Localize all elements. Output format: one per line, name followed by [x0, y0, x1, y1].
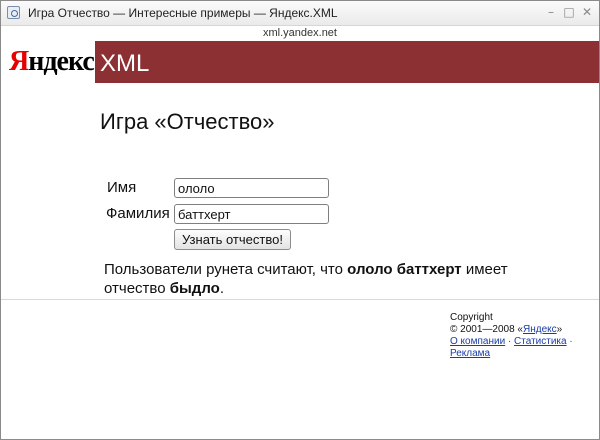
result-patronymic: быдло [169, 280, 220, 297]
copyright-line: © 2001—2008 «Яндекс» [450, 324, 598, 336]
app-icon[interactable] [7, 6, 20, 19]
logo-text: Яндекс [9, 46, 95, 77]
footer: Copyright © 2001—2008 «Яндекс» О компани… [450, 312, 598, 360]
content-divider [1, 299, 599, 300]
maximize-icon[interactable]: □ [563, 4, 575, 20]
footer-separator-end: · [566, 336, 573, 347]
about-link[interactable]: О компании [450, 336, 505, 347]
get-patronymic-button[interactable]: Узнать отчество! [174, 229, 291, 250]
surname-label: Фамилия [106, 205, 170, 222]
stats-link[interactable]: Статистика [514, 336, 567, 347]
window-title: Игра Отчество — Интересные примеры — Янд… [28, 6, 338, 20]
product-name: XML [100, 50, 150, 77]
footer-separator: · [505, 336, 515, 347]
result-full-name: ололо баттхерт [347, 261, 462, 278]
logo-first-letter: Я [9, 46, 29, 77]
title-bar[interactable]: Игра Отчество — Интересные примеры — Янд… [1, 1, 599, 26]
copyright-years: © 2001—2008 « [450, 324, 523, 335]
copyright-close: » [556, 324, 563, 335]
result-suffix: . [219, 280, 224, 297]
window-controls: – □ ✕ [545, 4, 593, 20]
address-text: xml.yandex.net [1, 26, 599, 41]
logo-rest: ндекс [28, 46, 95, 77]
minimize-icon[interactable]: – [545, 4, 557, 20]
result-text: Пользователи рунета считают, что ололо б… [104, 260, 554, 298]
page-title: Игра «Отчество» [100, 109, 275, 134]
name-input[interactable] [174, 178, 329, 198]
footer-links: О компании · Статистика · [450, 336, 598, 348]
page-header: Яндекс XML [1, 41, 599, 83]
result-prefix: Пользователи рунета считают, что [104, 261, 348, 278]
surname-input[interactable] [174, 204, 329, 224]
browser-window: Игра Отчество — Интересные примеры — Янд… [0, 0, 600, 440]
name-label: Имя [107, 179, 137, 196]
yandex-link[interactable]: Яндекс [523, 324, 557, 335]
copyright-label: Copyright [450, 312, 493, 323]
ads-link[interactable]: Реклама [450, 348, 490, 359]
yandex-logo[interactable]: Яндекс [1, 41, 95, 83]
footer-links-2: Реклама [450, 348, 598, 360]
close-icon[interactable]: ✕ [581, 4, 593, 20]
